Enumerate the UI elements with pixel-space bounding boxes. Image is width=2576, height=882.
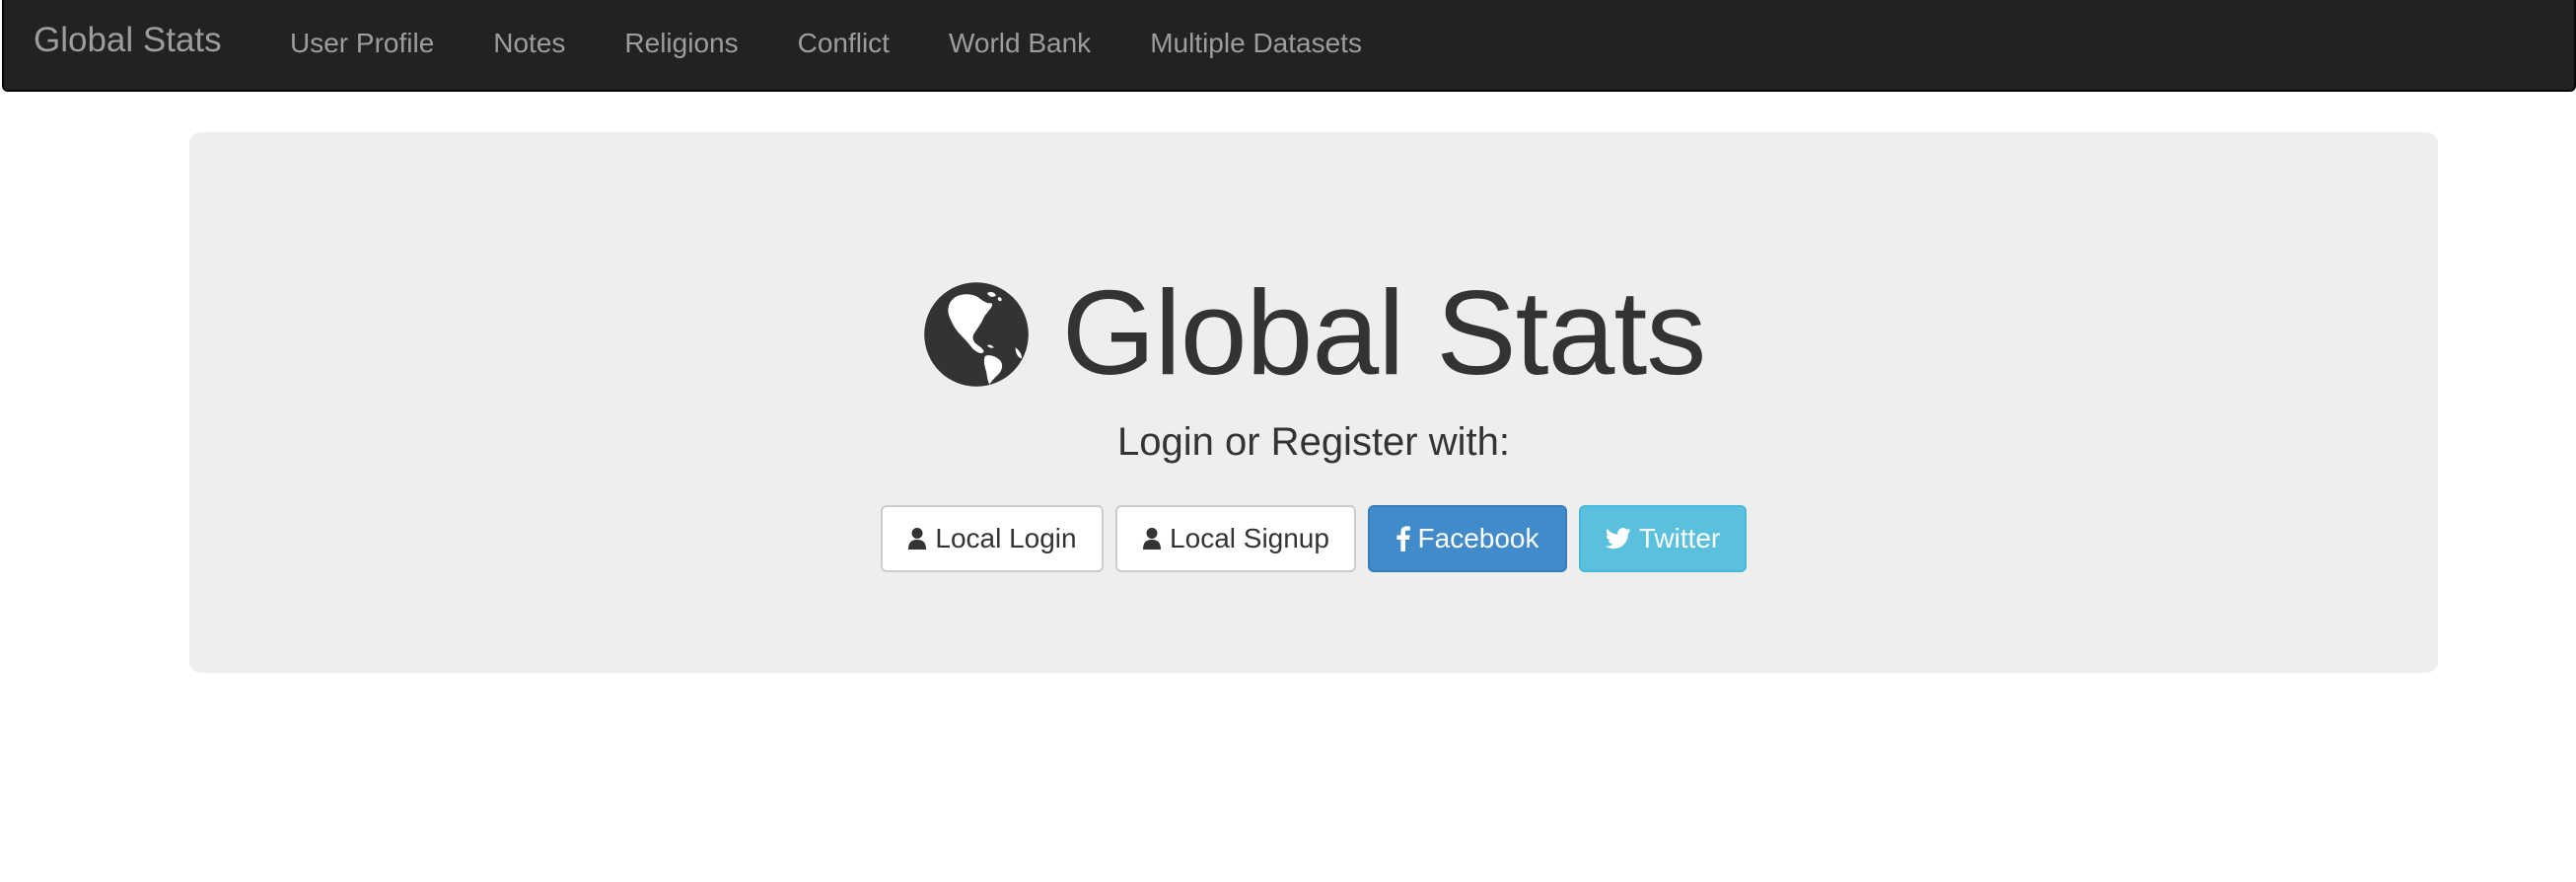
top-navbar: Global Stats User Profile Notes Religion… <box>2 0 2576 92</box>
twitter-icon <box>1605 528 1631 550</box>
globe-icon <box>923 282 1029 387</box>
jumbotron: Global Stats Login or Register with: Loc… <box>189 132 2438 673</box>
nav-item-multiple-datasets[interactable]: Multiple Datasets <box>1120 3 1392 84</box>
twitter-button[interactable]: Twitter <box>1579 505 1747 572</box>
nav-item-user-profile[interactable]: User Profile <box>260 3 464 84</box>
nav-item-notes[interactable]: Notes <box>464 3 595 84</box>
local-login-label: Local Login <box>935 523 1077 553</box>
facebook-label: Facebook <box>1417 523 1539 553</box>
hero-title-row: Global Stats <box>189 268 2438 397</box>
hero-title: Global Stats <box>1061 265 1707 400</box>
login-subtitle: Login or Register with: <box>1117 420 1510 464</box>
nav-item-religions[interactable]: Religions <box>595 3 767 84</box>
user-icon <box>1142 527 1162 551</box>
twitter-label: Twitter <box>1638 523 1721 553</box>
nav-item-conflict[interactable]: Conflict <box>768 3 919 84</box>
facebook-icon <box>1395 526 1410 551</box>
facebook-button[interactable]: Facebook <box>1368 505 1567 572</box>
navbar-brand[interactable]: Global Stats <box>34 0 222 87</box>
nav-menu: User Profile Notes Religions Conflict Wo… <box>260 0 1392 87</box>
nav-item-world-bank[interactable]: World Bank <box>919 3 1120 84</box>
user-icon <box>907 527 927 551</box>
local-signup-label: Local Signup <box>1170 523 1329 553</box>
local-login-button[interactable]: Local Login <box>881 505 1104 572</box>
login-button-group: Local Login Local Signup Facebook Twitte… <box>189 505 2438 572</box>
local-signup-button[interactable]: Local Signup <box>1115 505 1356 572</box>
